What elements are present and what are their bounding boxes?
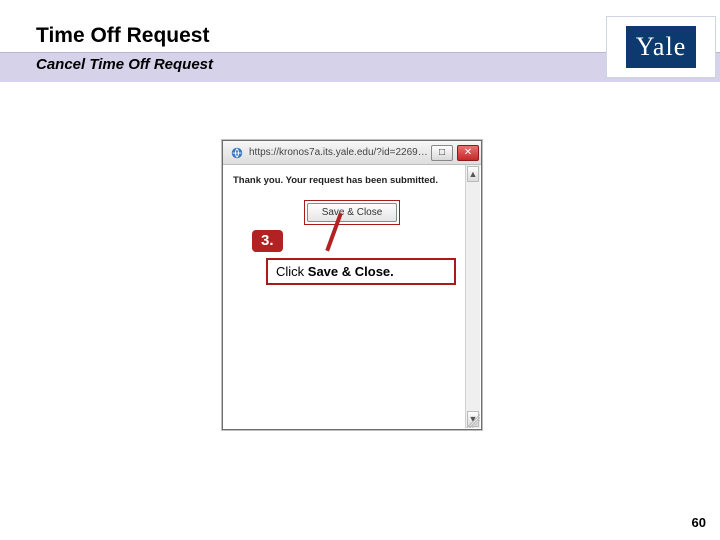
callout-text-prefix: Click xyxy=(276,264,308,279)
page-number: 60 xyxy=(692,515,706,530)
save-close-highlight: Save & Close xyxy=(304,200,401,225)
window-url: https://kronos7a.its.yale.edu/?id=22694 … xyxy=(249,147,429,158)
page-subtitle: Cancel Time Off Request xyxy=(36,56,213,73)
callout-instruction-box: Click Save & Close. xyxy=(266,258,456,285)
window-titlebar: https://kronos7a.its.yale.edu/?id=22694 … xyxy=(223,141,481,165)
vertical-scrollbar[interactable]: ▲ ▼ xyxy=(465,165,480,428)
screenshot-window: https://kronos7a.its.yale.edu/?id=22694 … xyxy=(222,140,482,430)
scroll-track[interactable] xyxy=(466,183,480,410)
window-buttons: □ ✕ xyxy=(429,145,481,161)
confirmation-message: Thank you. Your request has been submitt… xyxy=(233,175,471,186)
callout-text-bold: Save & Close. xyxy=(308,264,394,279)
slide: Time Off Request Cancel Time Off Request… xyxy=(0,0,720,540)
yale-logo: Yale xyxy=(606,16,716,78)
yale-logo-text: Yale xyxy=(626,26,696,68)
resize-grip-icon[interactable] xyxy=(466,414,480,428)
slide-header: Time Off Request Cancel Time Off Request… xyxy=(0,0,720,88)
scroll-up-icon[interactable]: ▲ xyxy=(467,166,479,182)
page-title: Time Off Request xyxy=(36,24,209,48)
window-body: Thank you. Your request has been submitt… xyxy=(223,165,481,429)
close-button[interactable]: ✕ xyxy=(457,145,479,161)
save-and-close-button[interactable]: Save & Close xyxy=(307,203,398,222)
maximize-button[interactable]: □ xyxy=(431,145,453,161)
callout-step-number: 3. xyxy=(252,230,283,252)
ie-favicon-icon xyxy=(229,145,245,161)
